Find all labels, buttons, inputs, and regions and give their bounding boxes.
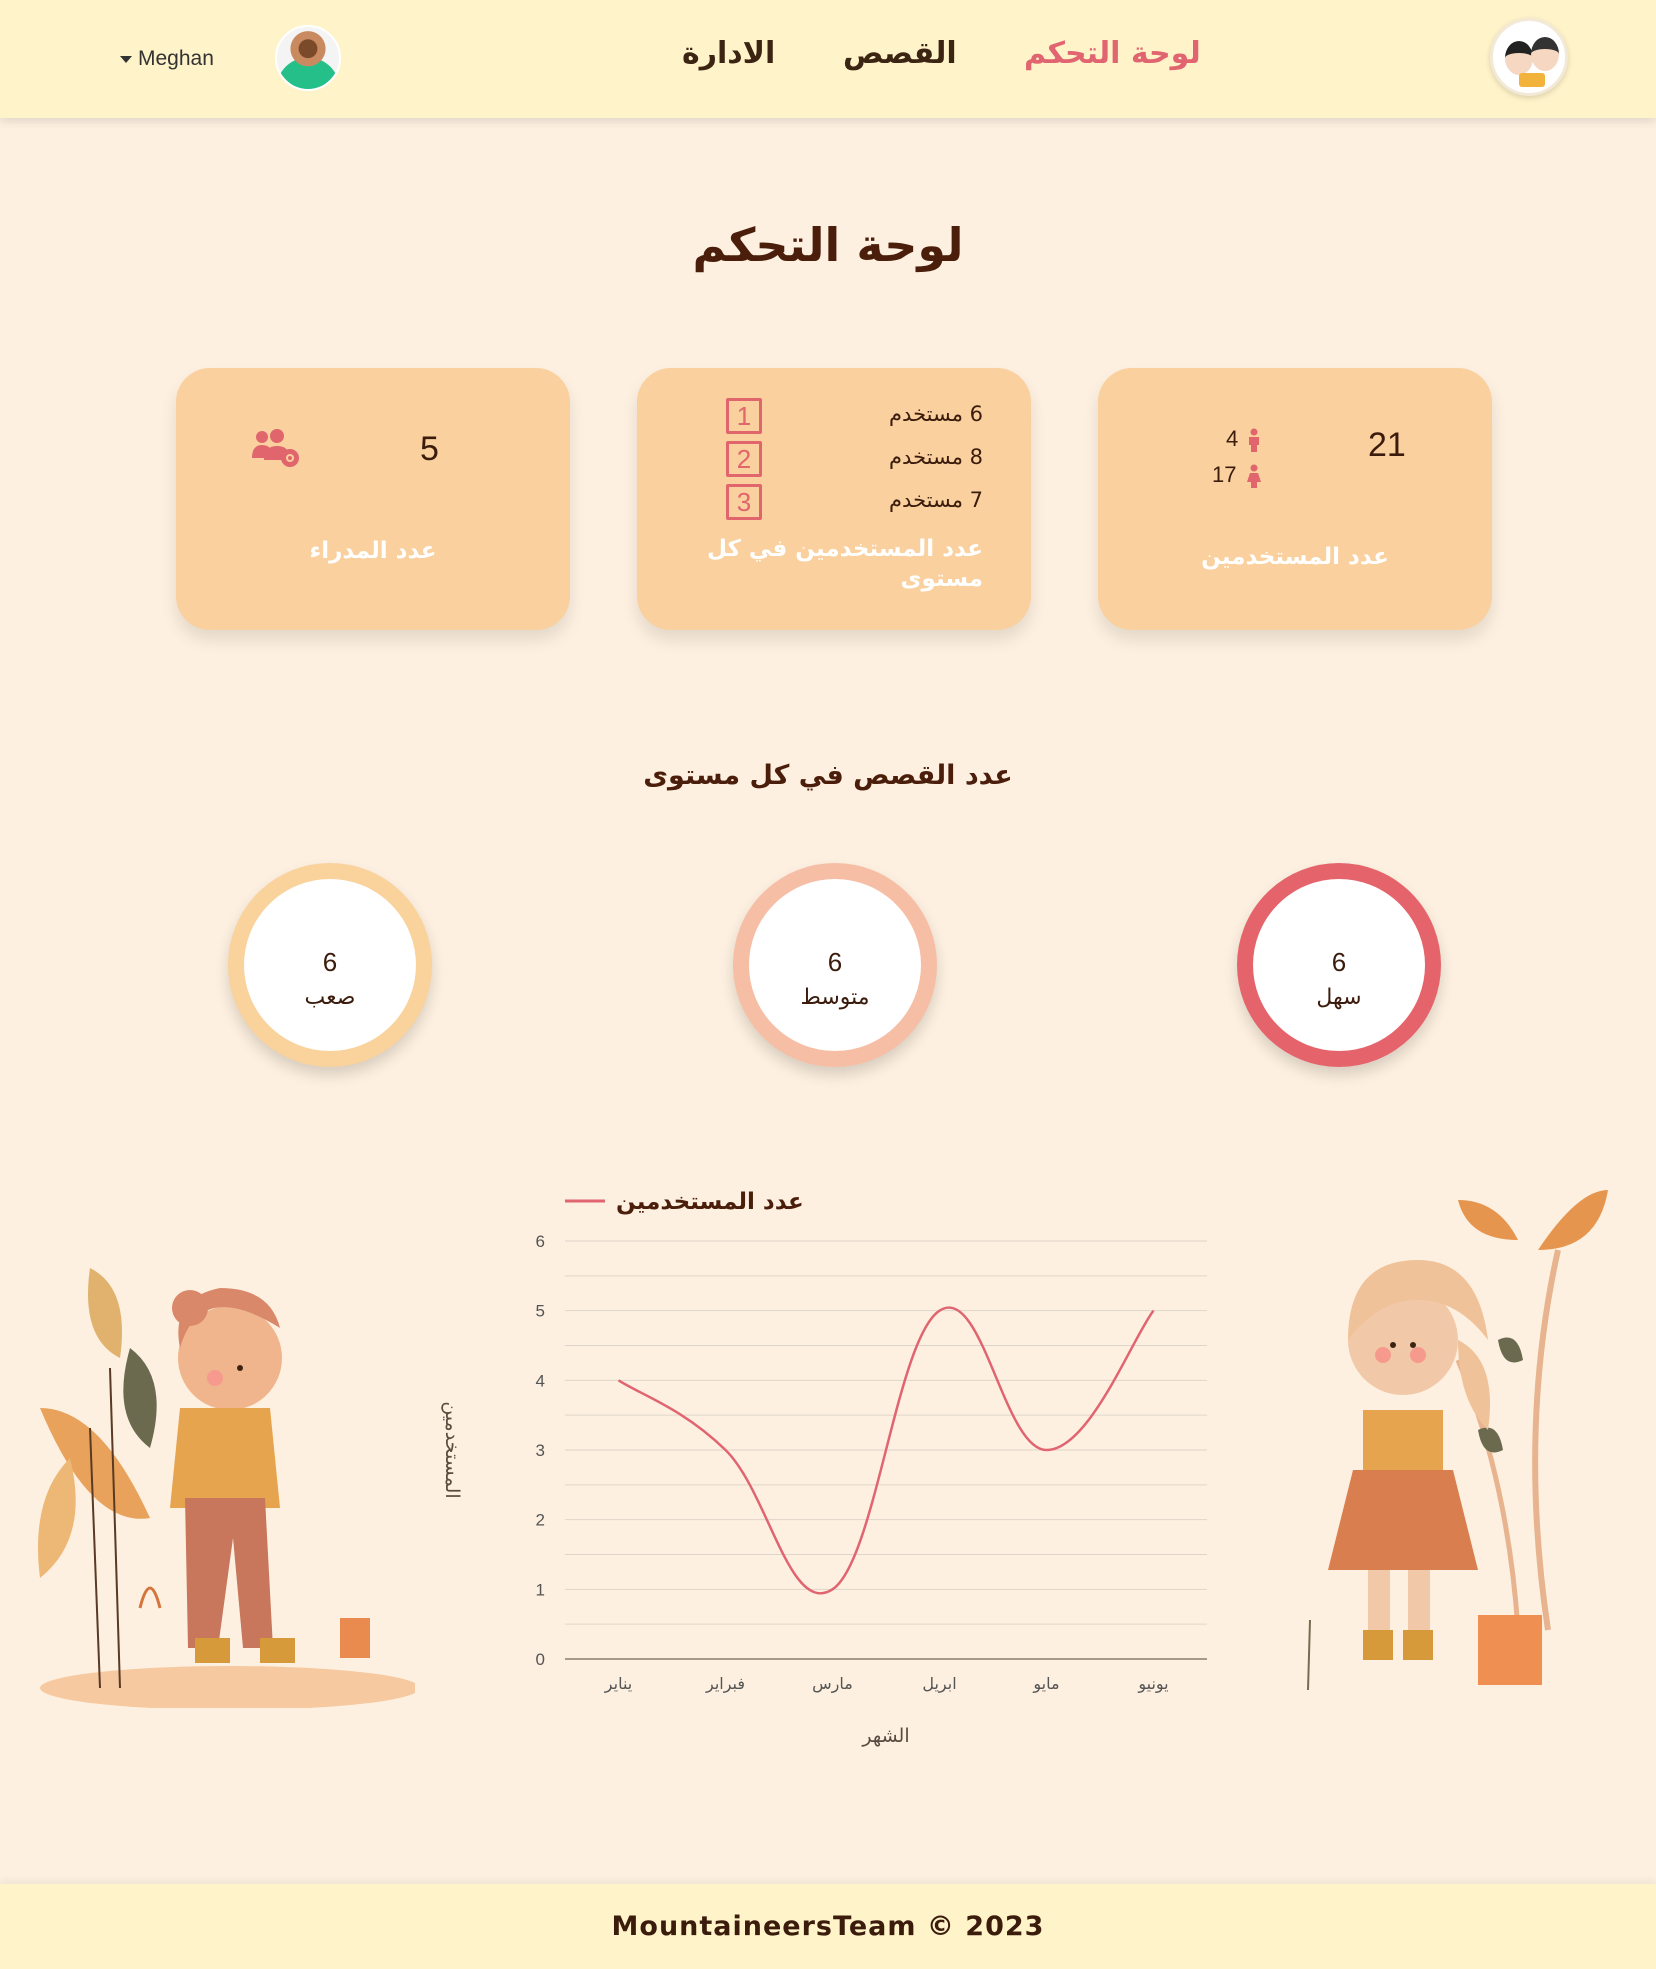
hard-level-label: صعب — [304, 985, 356, 1010]
y-tick-label: 4 — [536, 1371, 545, 1390]
easy-stories-count: 6 — [1331, 947, 1347, 977]
nav-administration[interactable]: الادارة — [682, 36, 775, 84]
y-tick-label: 6 — [536, 1232, 545, 1251]
easy-level-label: سهل — [1316, 985, 1362, 1010]
y-tick-label: 3 — [536, 1441, 545, 1460]
logo-girl-face — [1505, 41, 1533, 75]
x-tick-label: فبراير — [705, 1674, 745, 1694]
section-title: عدد القصص في كل مستوى — [643, 760, 1013, 791]
girl-plant-illustration — [1307, 1190, 1608, 1691]
girl-autumn-illustration — [38, 1268, 415, 1708]
hard-stories-ring: 6 صعب — [228, 863, 432, 1067]
caret-down-icon — [120, 55, 132, 63]
footer-copyright: MountaineersTeam © 2023 — [0, 1884, 1656, 1969]
user-dropdown[interactable]: Meghan — [120, 44, 214, 74]
users-per-level-card: 1 6 مستخدم 2 8 مستخدم 3 7 مستخدم عدد الم… — [637, 368, 1031, 630]
users-total: 21 — [1368, 426, 1406, 464]
y-tick-label: 2 — [536, 1511, 545, 1530]
logo-boy-face — [1531, 37, 1559, 71]
level-card-label-line1: عدد المستخدمين في كل — [707, 536, 983, 562]
chart-y-ticks: 0 1 2 3 4 5 6 — [536, 1232, 545, 1669]
x-tick-label: يونيو — [1137, 1674, 1168, 1694]
level-1-users: 6 مستخدم — [889, 402, 983, 426]
site-logo[interactable] — [1490, 18, 1568, 96]
admins-card-label: عدد المدراء — [309, 538, 437, 564]
logo-book — [1519, 73, 1545, 87]
female-person-icon — [1247, 464, 1261, 488]
users-gear-icon — [252, 429, 299, 467]
level-2-users: 8 مستخدم — [889, 445, 983, 469]
y-tick-label: 5 — [536, 1302, 545, 1321]
chart-legend: عدد المستخدمين — [616, 1189, 804, 1215]
male-users-count: 4 — [1226, 426, 1239, 451]
y-tick-label: 0 — [536, 1650, 545, 1669]
medium-stories-count: 6 — [827, 947, 843, 977]
chart-y-axis-label: المستخدمين — [441, 1401, 463, 1498]
page-title: لوحة التحكم — [692, 218, 964, 272]
top-navbar: Meghan لوحة التحكم القصص الادارة — [0, 0, 1656, 118]
admins-total: 5 — [420, 430, 439, 468]
x-tick-label: مارس — [812, 1674, 853, 1694]
level-2-badge: 2 — [726, 441, 762, 477]
level-card-label-line2: مستوى — [900, 566, 983, 592]
female-users-count: 17 — [1212, 462, 1237, 487]
x-tick-label: يناير — [604, 1674, 632, 1694]
hard-stories-count: 6 — [322, 947, 338, 977]
medium-level-label: متوسط — [800, 985, 870, 1010]
male-person-icon — [1249, 428, 1259, 452]
users-count-card: 21 4 17 عدد المستخدمين — [1098, 368, 1492, 630]
admins-count-card: 5 عدد المدراء — [176, 368, 570, 630]
avatar[interactable] — [275, 25, 341, 91]
user-name: Meghan — [138, 47, 214, 70]
level-1-badge: 1 — [726, 398, 762, 434]
nav-stories[interactable]: القصص — [843, 36, 957, 84]
chart-x-ticks: يناير فبراير مارس ابريل مايو يونيو — [604, 1674, 1169, 1694]
users-card-label: عدد المستخدمين — [1201, 544, 1389, 570]
y-tick-label: 1 — [536, 1580, 545, 1599]
easy-stories-ring: 6 سهل — [1237, 863, 1441, 1067]
monthly-users-chart: 0 1 2 3 4 5 6 يناير فبراير مارس ابريل مايو يونيو عد… — [441, 1189, 1207, 1747]
x-tick-label: ابريل — [922, 1674, 956, 1694]
medium-stories-ring: 6 متوسط — [733, 863, 937, 1067]
chart-x-axis-label: الشهر — [861, 1725, 909, 1747]
x-tick-label: مايو — [1032, 1674, 1059, 1694]
nav-dashboard[interactable]: لوحة التحكم — [1024, 36, 1201, 84]
level-3-badge: 3 — [726, 484, 762, 520]
level-3-users: 7 مستخدم — [889, 488, 983, 512]
